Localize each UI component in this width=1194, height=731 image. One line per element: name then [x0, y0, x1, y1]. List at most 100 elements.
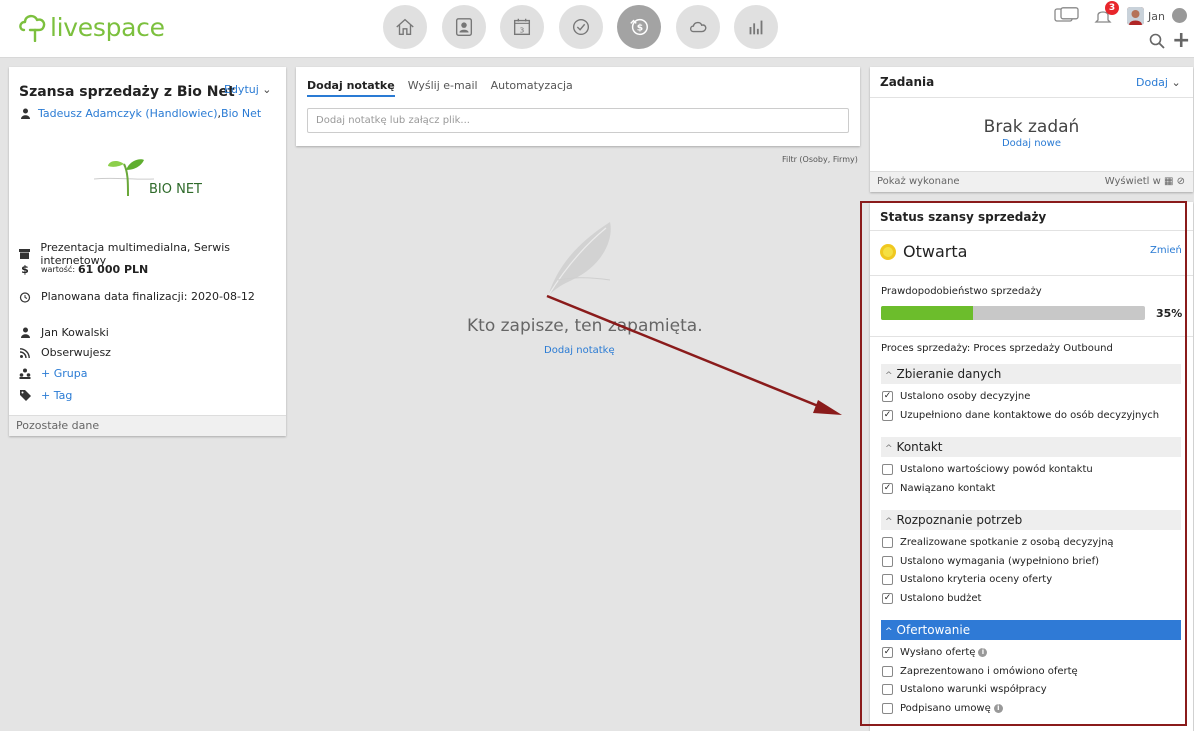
checklist-item: Ustalono wymagania (wypełniono brief) [882, 555, 1099, 567]
checklist-item: ✓ Ustalono osoby decyzyjne [882, 391, 1030, 402]
note-input[interactable]: Dodaj notatkę lub załącz plik... [307, 108, 849, 133]
checkbox[interactable] [882, 574, 893, 585]
close-date-label: Planowana data finalizacji: [41, 290, 188, 303]
checklist-item: Zaprezentowano i omówiono ofertę [882, 665, 1078, 677]
nav-deals[interactable]: $ [617, 5, 661, 49]
add-note-link[interactable]: Dodaj notatkę [544, 345, 615, 356]
calendar-view-icon[interactable]: ▦ [1164, 176, 1173, 187]
stage-name: Ofertowanie [896, 623, 971, 637]
chat-icon[interactable] [1054, 7, 1080, 25]
alarm-clock-icon [19, 291, 31, 303]
empty-notes-text: Kto zapisze, ten zapamięta. [467, 316, 703, 336]
avatar[interactable] [1127, 7, 1144, 25]
checklist-label: Wysłano ofertę [900, 647, 976, 658]
chevron-up-icon: ^ [885, 371, 893, 381]
cloud-logo-icon [19, 14, 46, 42]
nav-tasks[interactable] [558, 5, 603, 49]
status-current: Otwarta [880, 242, 967, 261]
nav-home[interactable] [383, 5, 427, 49]
checklist-label: Ustalono wartościowy powód kontaktu [900, 464, 1093, 475]
chevron-down-icon: ⌄ [1171, 76, 1181, 89]
checklist-item: Ustalono warunki współpracy [882, 684, 1047, 695]
home-icon [396, 18, 414, 36]
checklist-item: Ustalono wartościowy powód kontaktu [882, 464, 1093, 475]
checklist-item: Podpisano umowę i [882, 702, 1003, 714]
contact-name[interactable]: Jan Kowalski [41, 326, 109, 339]
checkbox[interactable] [882, 702, 893, 714]
chevron-up-icon: ^ [885, 627, 893, 637]
checkbox[interactable] [882, 464, 893, 475]
gear-icon[interactable] [1172, 8, 1187, 23]
feather-icon [547, 222, 611, 297]
stage-header[interactable]: ^ Kontakt [881, 437, 1181, 457]
probability-bar-fill [881, 306, 974, 320]
filter-link[interactable]: Filtr (Osoby, Firmy) [782, 155, 858, 164]
company-link[interactable]: Bio Net [221, 107, 261, 120]
tab-add-note[interactable]: Dodaj notatkę [307, 79, 395, 97]
change-status-link[interactable]: Zmień [1150, 245, 1182, 256]
checkbox[interactable]: ✓ [882, 482, 893, 494]
company-logo-image: BIO NET [93, 159, 202, 197]
show-done-toggle[interactable]: Pokaż wykonane [877, 176, 960, 187]
tab-automation[interactable]: Automatyzacja [491, 79, 573, 97]
no-tasks-title: Brak zadań [983, 117, 1080, 137]
stage-header[interactable]: ^ Zbieranie danych [881, 364, 1181, 384]
check-view-icon[interactable]: ⊘ [1177, 176, 1185, 187]
following-label[interactable]: Obserwujesz [41, 346, 111, 359]
checkbox[interactable]: ✓ [882, 391, 893, 402]
add-task-dropdown[interactable]: Dodaj ⌄ [1136, 76, 1181, 89]
tasks-icon [572, 18, 589, 36]
info-icon[interactable]: i [993, 703, 1003, 713]
add-new-task-text[interactable]: Dodaj nowe [1002, 138, 1061, 149]
checkbox[interactable] [882, 684, 893, 695]
chevron-up-icon: ^ [885, 517, 893, 527]
deals-icon: $ [630, 18, 648, 36]
checkbox[interactable] [882, 665, 893, 677]
calendar-day: 3 [520, 26, 525, 35]
checklist-label: Uzupełniono dane kontaktowe do osób decy… [900, 409, 1160, 421]
owner-link[interactable]: Tadeusz Adamczyk (Handlowiec) [38, 107, 218, 120]
checklist-item: ✓ Ustalono budżet [882, 592, 981, 604]
calendar-icon: 3 [513, 18, 531, 36]
checkbox[interactable]: ✓ [882, 592, 893, 604]
stage-header[interactable]: ^ Rozpoznanie potrzeb [881, 510, 1181, 530]
notes-tabs: Dodaj notatkę Wyślij e-mail Automatyzacj… [307, 79, 586, 97]
status-title: Status szansy sprzedaży [880, 210, 1047, 224]
chevron-up-icon: ^ [885, 444, 893, 454]
add-tag-link[interactable]: + Tag [41, 389, 72, 402]
nav-contacts[interactable] [441, 5, 486, 49]
livespace-logo[interactable]: livespace [18, 10, 165, 42]
value-label: wartość: [41, 265, 76, 274]
checklist-item: ✓ Uzupełniono dane kontaktowe do osób dec… [882, 409, 1160, 421]
checkbox[interactable]: ✓ [882, 647, 893, 658]
edit-dropdown[interactable]: Edytuj ⌄ [224, 83, 272, 96]
probability-bar [881, 306, 1145, 320]
close-date-row: Planowana data finalizacji: 2020-08-12 [19, 290, 255, 303]
show-in-label: Wyświetl w [1104, 176, 1161, 187]
nav-cloud[interactable] [675, 5, 720, 49]
checkbox[interactable] [882, 537, 893, 548]
person-icon [19, 327, 31, 339]
user-name[interactable]: Jan [1148, 10, 1165, 23]
process-label: Proces sprzedaży: Proces sprzedaży Outbo… [881, 343, 1113, 354]
checklist-label: Zaprezentowano i omówiono ofertę [900, 665, 1078, 677]
add-group-link[interactable]: + Grupa [41, 367, 87, 380]
main-nav: 3 $ [383, 5, 793, 49]
tab-send-email[interactable]: Wyślij e-mail [408, 79, 478, 97]
tasks-title: Zadania [880, 75, 935, 89]
nav-calendar[interactable]: 3 [500, 5, 544, 49]
stage-header[interactable]: ^ Ofertowanie [881, 620, 1181, 640]
checkbox[interactable]: ✓ [882, 409, 893, 421]
search-icon[interactable] [1149, 33, 1165, 49]
deal-status-panel: Status szansy sprzedaży Otwarta Zmień Pr… [870, 202, 1193, 731]
checkbox[interactable] [882, 555, 893, 567]
more-data-toggle[interactable]: Pozostałe dane [9, 415, 286, 436]
probability-value: 35% [1156, 307, 1183, 320]
info-icon[interactable]: i [978, 648, 988, 657]
add-icon[interactable]: + [1172, 30, 1190, 52]
company-logo: BIO NET [93, 152, 204, 202]
archive-icon [19, 248, 31, 260]
nav-reports[interactable] [734, 5, 778, 49]
group-row: + Grupa [19, 367, 87, 380]
notes-panel: Dodaj notatkę Wyślij e-mail Automatyzacj… [296, 67, 860, 146]
